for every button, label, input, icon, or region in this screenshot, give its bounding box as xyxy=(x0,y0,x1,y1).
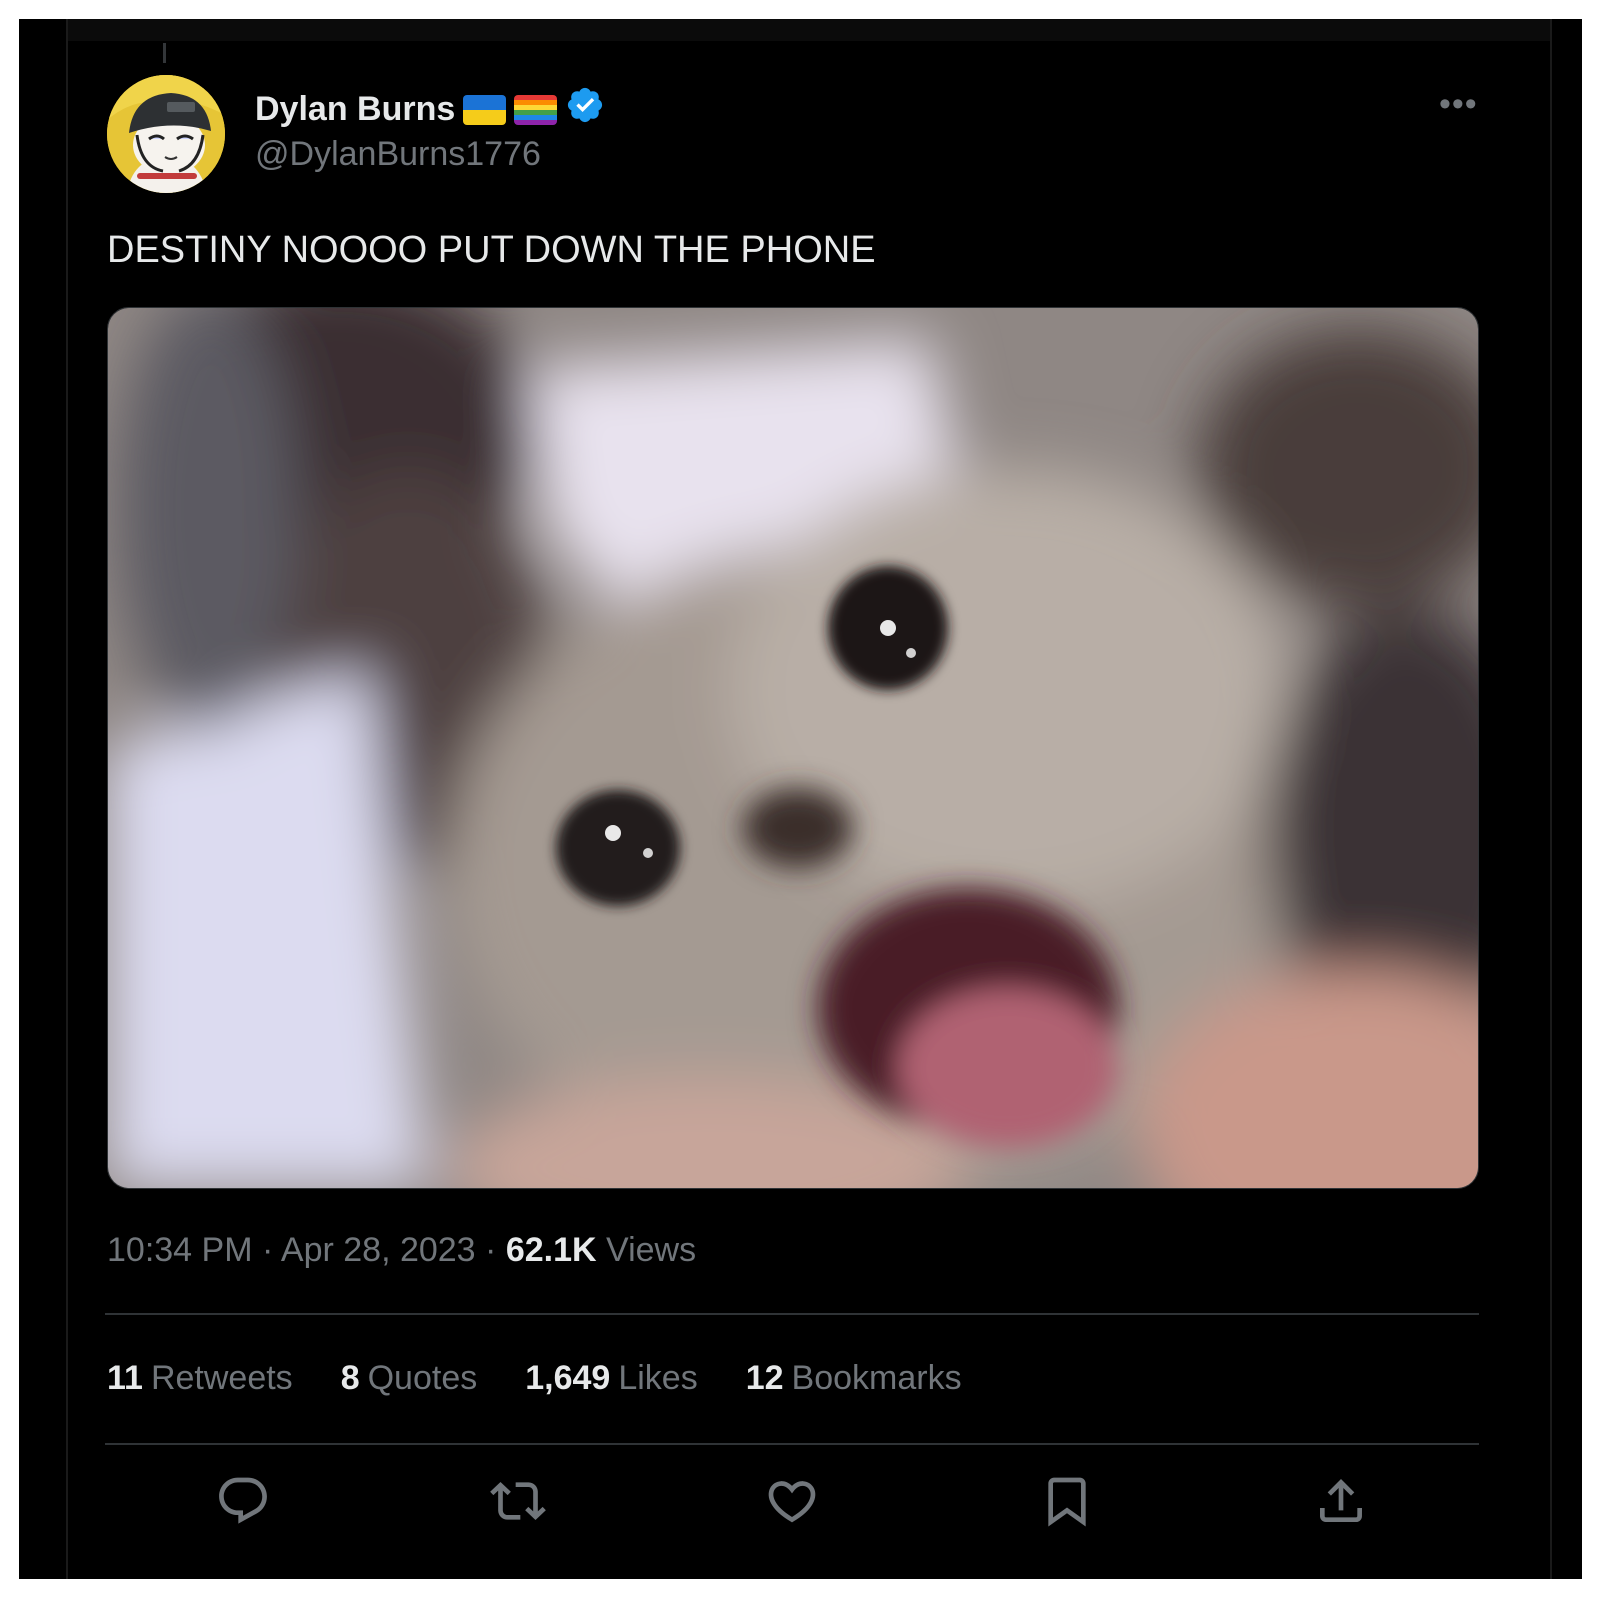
retweets-count: 11 xyxy=(107,1359,143,1397)
quotes-stat[interactable]: 8 Quotes xyxy=(341,1359,478,1398)
likes-stat[interactable]: 1,649 Likes xyxy=(525,1359,697,1398)
tweet-meta: 10:34 PM · Apr 28, 2023 · 62.1K Views xyxy=(107,1231,696,1270)
bookmarks-count: 12 xyxy=(745,1359,784,1397)
divider xyxy=(105,1443,1479,1445)
like-icon[interactable] xyxy=(764,1473,820,1529)
retweets-label: Retweets xyxy=(150,1359,293,1397)
quotes-count: 8 xyxy=(340,1359,360,1397)
more-options-icon[interactable]: ••• xyxy=(1439,85,1478,124)
crying-kitten-photo xyxy=(108,308,1478,1188)
divider xyxy=(105,1313,1479,1315)
tweet-screenshot-frame: Dylan Burns @DylanBurns1776 ••• DESTINY … xyxy=(19,19,1582,1579)
meta-separator: · xyxy=(261,1231,274,1269)
bookmarks-label: Bookmarks xyxy=(791,1359,962,1397)
quotes-label: Quotes xyxy=(367,1359,478,1397)
likes-count: 1,649 xyxy=(525,1359,611,1397)
views-label: Views xyxy=(606,1231,697,1269)
avatar-image xyxy=(107,75,225,193)
timeline-border-right xyxy=(1550,19,1552,1579)
tweet-media[interactable] xyxy=(107,307,1479,1189)
bookmarks-stat[interactable]: 12 Bookmarks xyxy=(746,1359,962,1398)
meta-separator: · xyxy=(485,1231,497,1269)
top-bar xyxy=(68,19,1550,41)
likes-label: Likes xyxy=(618,1359,698,1397)
avatar[interactable] xyxy=(107,75,225,193)
verified-badge-icon[interactable] xyxy=(565,85,605,134)
views-count: 62.1K xyxy=(505,1231,597,1269)
reply-icon[interactable] xyxy=(215,1473,271,1529)
thread-connector xyxy=(163,43,166,63)
engagement-stats: 11 Retweets 8 Quotes 1,649 Likes 12 Bookmark… xyxy=(107,1359,962,1398)
rainbow-flag-icon xyxy=(514,94,558,125)
author-handle[interactable]: @DylanBurns1776 xyxy=(255,135,541,174)
tweet-date[interactable]: Apr 28, 2023 xyxy=(281,1231,476,1269)
author-display-name[interactable]: Dylan Burns xyxy=(255,90,455,129)
ukraine-flag-icon xyxy=(463,94,507,125)
bookmark-icon[interactable] xyxy=(1039,1473,1095,1529)
timeline-border-left xyxy=(66,19,68,1579)
tweet-text: DESTINY NOOOO PUT DOWN THE PHONE xyxy=(107,229,876,271)
action-bar xyxy=(107,1459,1477,1539)
retweet-icon[interactable] xyxy=(490,1473,546,1529)
author-name-row[interactable]: Dylan Burns xyxy=(255,85,605,134)
tweet-time[interactable]: 10:34 PM xyxy=(107,1231,253,1269)
share-icon[interactable] xyxy=(1313,1473,1369,1529)
retweets-stat[interactable]: 11 Retweets xyxy=(107,1359,293,1398)
